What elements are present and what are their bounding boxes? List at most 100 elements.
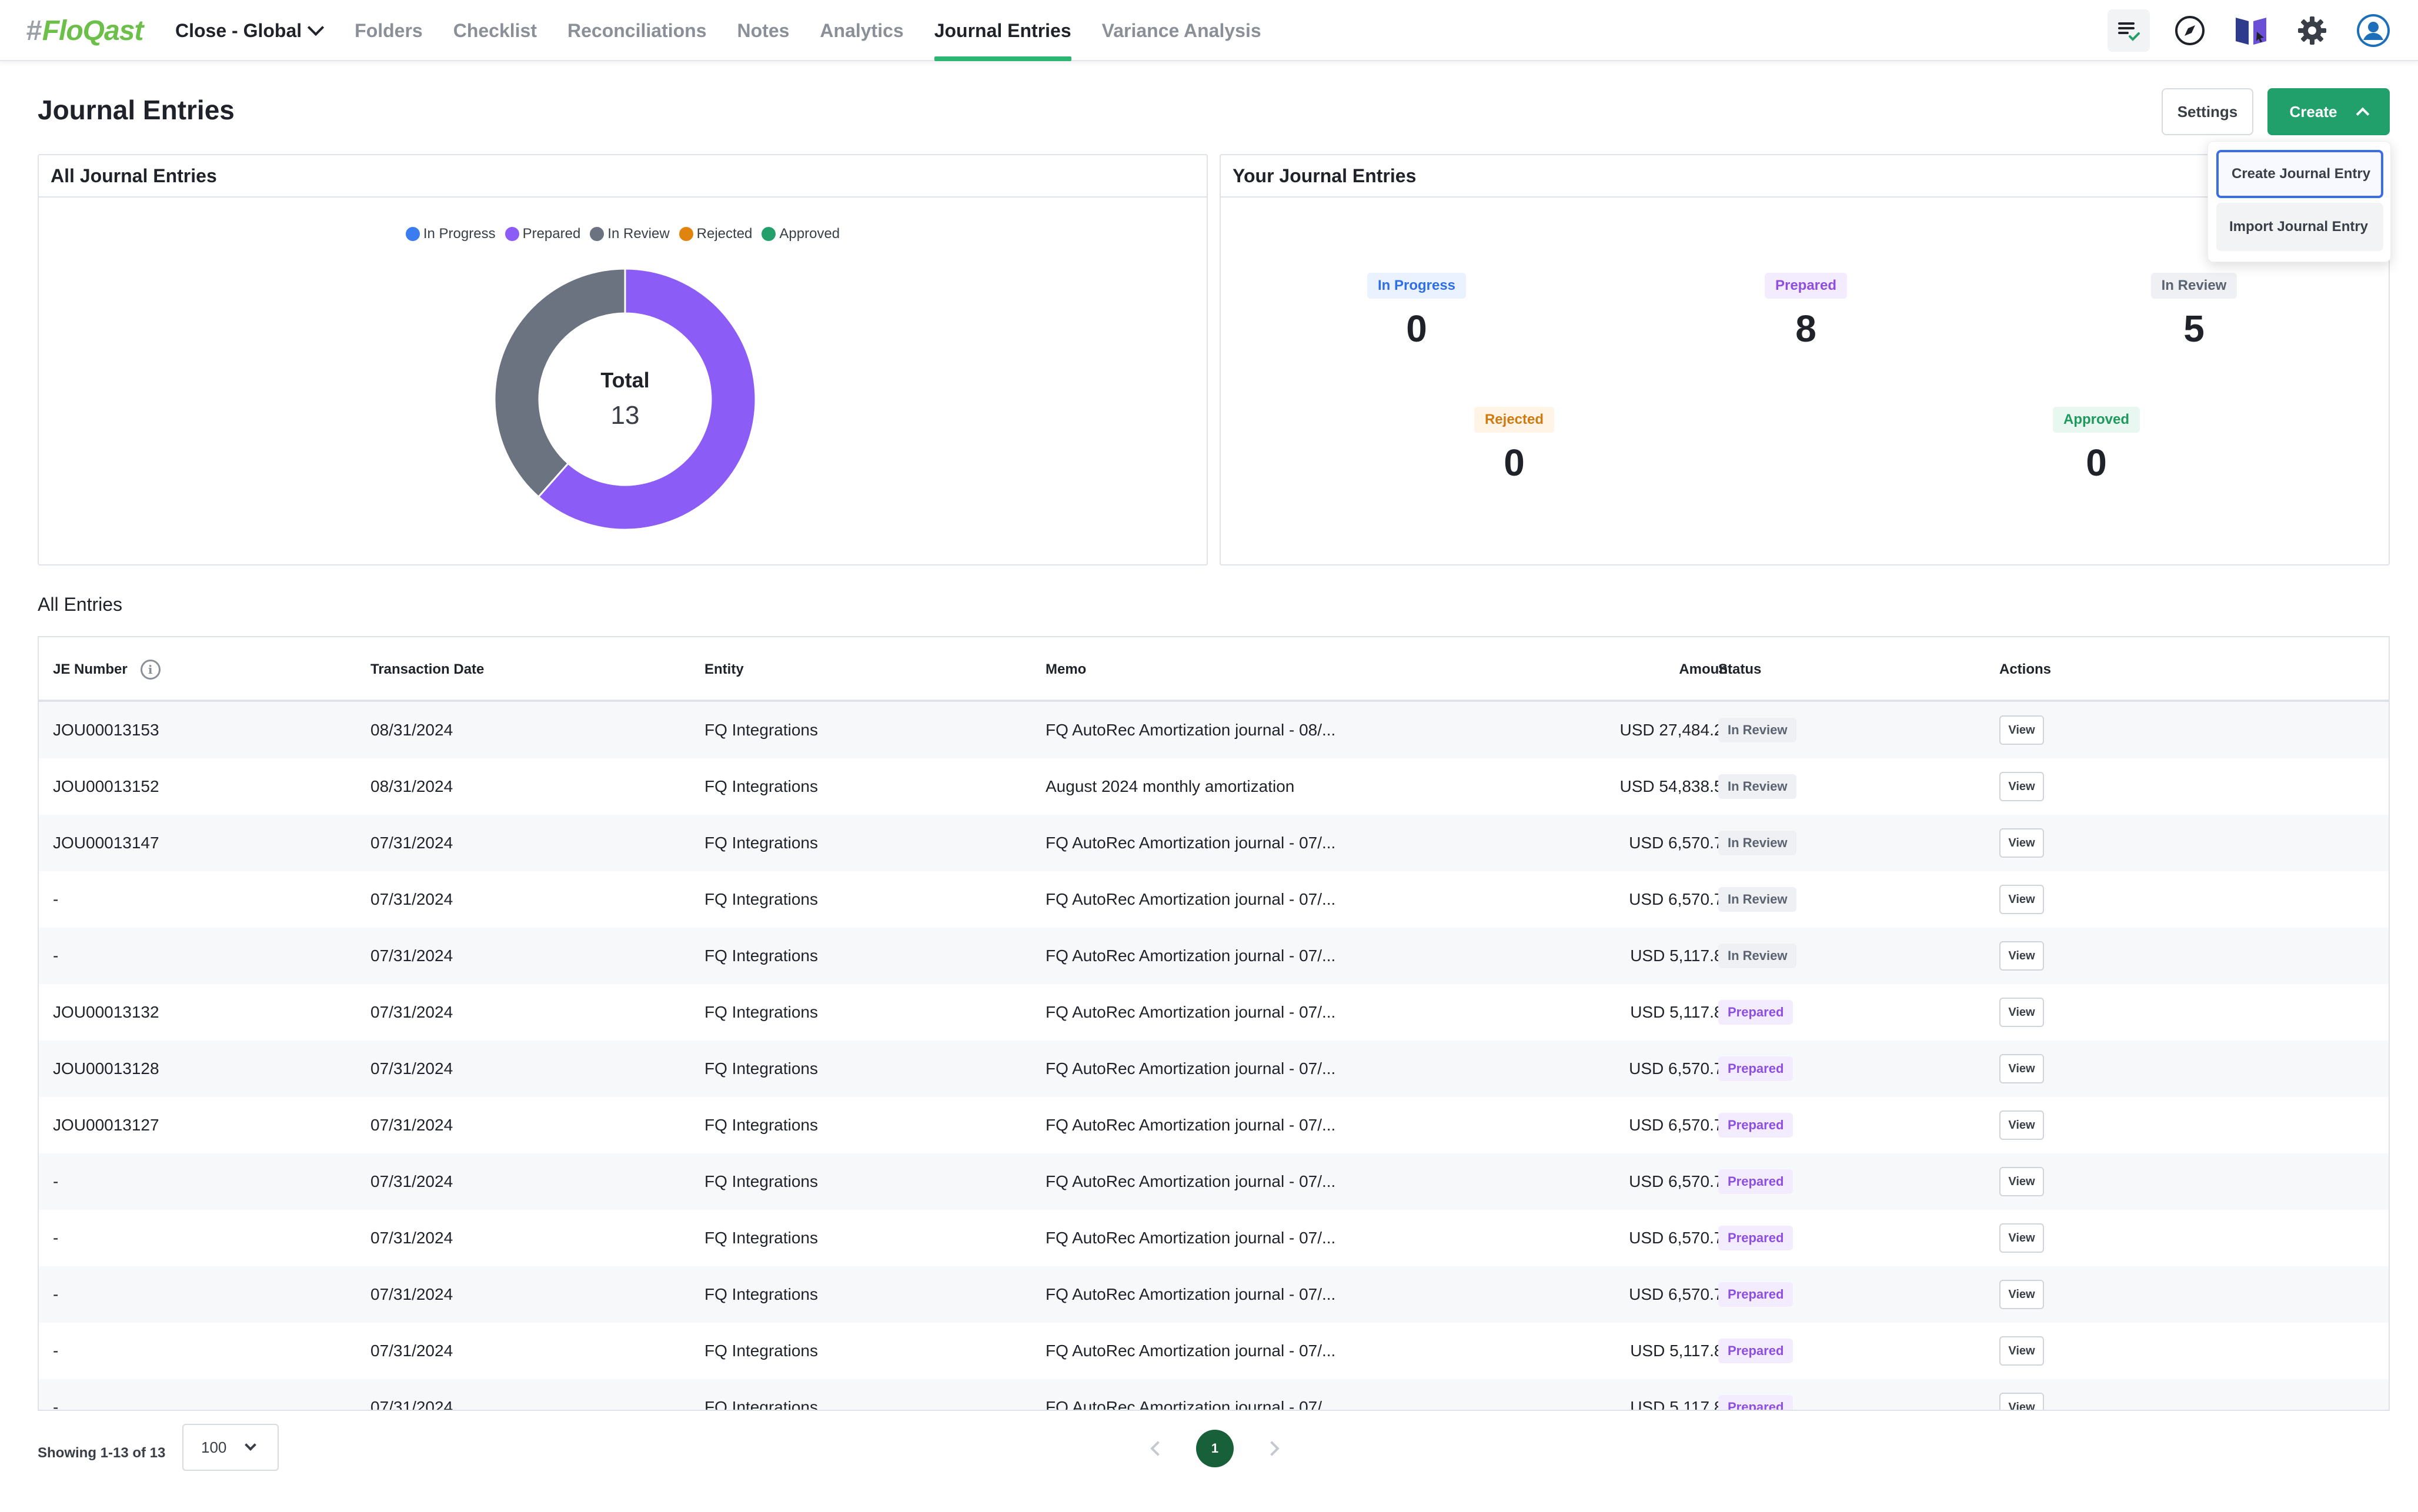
cell-memo: FQ AutoRec Amortization journal - 07/... (1046, 1059, 1336, 1078)
table-row[interactable]: - 07/31/2024 FQ Integrations FQ AutoRec Amo… (39, 1153, 2389, 1210)
status-badge: Prepared (1718, 1000, 1794, 1025)
user-avatar-icon[interactable] (2352, 9, 2394, 52)
table-row[interactable]: - 07/31/2024 FQ Integrations FQ AutoRec Amo… (39, 1379, 2389, 1411)
view-button[interactable]: View (1999, 1167, 2044, 1196)
cell-memo: FQ AutoRec Amortization journal - 07/... (1046, 1116, 1336, 1134)
create-button[interactable]: Create (2267, 88, 2390, 135)
status-badge: Rejected (1474, 407, 1555, 433)
cell-entity: FQ Integrations (704, 777, 818, 795)
info-icon[interactable]: i (140, 660, 161, 680)
column-header-amount[interactable]: Amount (1544, 637, 1732, 702)
legend-swatch (679, 227, 693, 241)
cell-actions: View (1999, 1041, 2044, 1097)
legend-label: Prepared (522, 226, 581, 242)
column-label: JE Number (53, 661, 128, 677)
nav-item-journal-entries[interactable]: Journal Entries (934, 0, 1071, 61)
view-button[interactable]: View (1999, 1223, 2044, 1253)
nav-menu: Close - Global Folders Checklist Reconci… (175, 0, 1292, 61)
menu-item-create-journal-entry[interactable]: Create Journal Entry (2216, 150, 2383, 198)
cell-amount: USD 5,117.81 (1630, 1003, 1732, 1021)
cell-entity: FQ Integrations (704, 1003, 818, 1021)
workspace-selector[interactable]: Close - Global (175, 0, 325, 61)
status-badge: Prepared (1764, 273, 1848, 299)
table-row[interactable]: JOU00013147 07/31/2024 FQ Integrations FQ A… (39, 815, 2389, 871)
cell-status: Prepared (1718, 1041, 1794, 1097)
previous-page-icon[interactable] (1150, 1441, 1165, 1456)
nav-item-notes[interactable]: Notes (737, 0, 790, 61)
cell-amount: USD 6,570.73 (1629, 1059, 1732, 1078)
cell-entity: FQ Integrations (704, 1116, 818, 1134)
view-button[interactable]: View (1999, 998, 2044, 1027)
column-header-transaction-date[interactable]: Transaction Date (370, 637, 484, 702)
cell-actions: View (1999, 1323, 2044, 1379)
cell-actions: View (1999, 928, 2044, 984)
table-row[interactable]: JOU00013152 08/31/2024 FQ Integrations Augu… (39, 758, 2389, 815)
total-value: 13 (610, 401, 640, 430)
card-title: All Journal Entries (39, 155, 1207, 198)
next-page-icon[interactable] (1264, 1441, 1280, 1456)
page-size-value: 100 (201, 1438, 227, 1456)
cell-transaction-date: 07/31/2024 (370, 1003, 453, 1021)
cell-amount: USD 6,570.73 (1629, 1116, 1732, 1134)
view-button[interactable]: View (1999, 715, 2044, 745)
nav-icon-group (2089, 9, 2394, 52)
column-header-status[interactable]: Status (1718, 637, 1761, 702)
table-row[interactable]: JOU00013153 08/31/2024 FQ Integrations FQ A… (39, 702, 2389, 758)
cell-actions: View (1999, 702, 2044, 758)
task-list-icon[interactable] (2108, 9, 2150, 52)
total-label: Total (600, 368, 650, 392)
cell-amount: USD 27,484.21 (1619, 721, 1732, 739)
column-header-memo[interactable]: Memo (1046, 637, 1086, 702)
column-header-entity[interactable]: Entity (704, 637, 744, 702)
all-journal-entries-card: All Journal Entries In Progress Prepared… (38, 154, 1208, 566)
stat-value: 0 (1504, 441, 1525, 484)
cell-entity: FQ Integrations (704, 890, 818, 908)
floqast-logo[interactable]: # FloQast (26, 13, 143, 48)
cell-memo: FQ AutoRec Amortization journal - 07/... (1046, 1172, 1336, 1190)
column-header-je-number[interactable]: JE Number i (53, 637, 161, 702)
view-button[interactable]: View (1999, 1336, 2044, 1366)
settings-button[interactable]: Settings (2162, 88, 2253, 135)
status-badge: Prepared (1718, 1169, 1794, 1194)
table-row[interactable]: JOU00013132 07/31/2024 FQ Integrations FQ A… (39, 984, 2389, 1041)
nav-item-checklist[interactable]: Checklist (453, 0, 537, 61)
table-row[interactable]: - 07/31/2024 FQ Integrations FQ AutoRec Amo… (39, 1266, 2389, 1323)
view-button[interactable]: View (1999, 1054, 2044, 1083)
page-button-current[interactable]: 1 (1196, 1430, 1234, 1467)
legend-item-in-progress: In Progress (405, 226, 496, 242)
legend-swatch (762, 227, 776, 241)
legend-label: Rejected (696, 226, 753, 242)
table-row[interactable]: - 07/31/2024 FQ Integrations FQ AutoRec Amo… (39, 928, 2389, 984)
menu-item-import-journal-entry[interactable]: Import Journal Entry (2216, 203, 2383, 251)
nav-item-variance-analysis[interactable]: Variance Analysis (1102, 0, 1261, 61)
status-badge: In Review (1718, 774, 1797, 799)
cell-actions: View (1999, 1379, 2044, 1410)
view-button[interactable]: View (1999, 772, 2044, 801)
table-row[interactable]: JOU00013127 07/31/2024 FQ Integrations FQ A… (39, 1097, 2389, 1153)
table-row[interactable]: JOU00013128 07/31/2024 FQ Integrations FQ A… (39, 1041, 2389, 1097)
view-button[interactable]: View (1999, 885, 2044, 914)
view-button[interactable]: View (1999, 1393, 2044, 1410)
compass-icon[interactable] (2169, 9, 2211, 52)
view-button[interactable]: View (1999, 828, 2044, 858)
page-size-select[interactable]: 100 (182, 1424, 279, 1471)
view-button[interactable]: View (1999, 1280, 2044, 1309)
table-row[interactable]: - 07/31/2024 FQ Integrations FQ AutoRec Amo… (39, 1210, 2389, 1266)
nav-item-folders[interactable]: Folders (355, 0, 423, 61)
table-row[interactable]: - 07/31/2024 FQ Integrations FQ AutoRec Amo… (39, 871, 2389, 928)
cell-actions: View (1999, 815, 2044, 871)
nav-item-analytics[interactable]: Analytics (820, 0, 903, 61)
view-button[interactable]: View (1999, 1110, 2044, 1140)
view-button[interactable]: View (1999, 941, 2044, 971)
cell-memo: FQ AutoRec Amortization journal - 07/... (1046, 1342, 1336, 1360)
donut-center: Total 13 (493, 267, 757, 531)
cell-amount: USD 5,117.81 (1630, 1342, 1732, 1360)
nav-item-reconciliations[interactable]: Reconciliations (567, 0, 707, 61)
status-badge: Prepared (1718, 1056, 1794, 1081)
cell-entity: FQ Integrations (704, 1398, 818, 1411)
cell-transaction-date: 07/31/2024 (370, 890, 453, 908)
book-icon[interactable] (2230, 9, 2272, 52)
gear-icon[interactable] (2291, 9, 2333, 52)
table-row[interactable]: - 07/31/2024 FQ Integrations FQ AutoRec Amo… (39, 1323, 2389, 1379)
cell-memo: FQ AutoRec Amortization journal - 07/... (1046, 834, 1336, 852)
